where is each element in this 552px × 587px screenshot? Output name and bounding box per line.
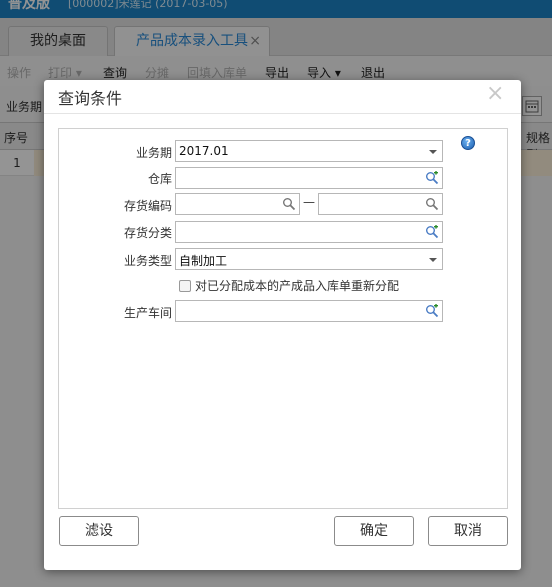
reference-search-icon[interactable]	[425, 304, 439, 318]
chevron-down-icon	[429, 258, 437, 262]
reference-search-icon[interactable]	[425, 225, 439, 239]
reallocate-label[interactable]: 对已分配成本的产成品入库单重新分配	[195, 277, 399, 294]
reallocate-checkbox[interactable]	[179, 280, 191, 292]
workshop-label: 生产车间	[123, 306, 172, 320]
query-dialog: 查询条件 × ? 业务期 2017.01 仓库 存货编码 — 存货分类 业务类型…	[44, 80, 521, 570]
warehouse-label: 仓库	[147, 172, 172, 186]
reference-search-icon[interactable]	[425, 171, 439, 185]
workshop-input[interactable]	[175, 300, 443, 322]
inventory-code-label: 存货编码	[123, 199, 172, 213]
help-icon[interactable]: ?	[461, 136, 475, 150]
period-select[interactable]: 2017.01	[175, 140, 443, 162]
inventory-code-to-input[interactable]	[318, 193, 443, 215]
business-type-label: 业务类型	[123, 254, 172, 268]
filter-settings-button[interactable]: 滤设	[59, 516, 139, 546]
ok-button[interactable]: 确定	[334, 516, 414, 546]
close-icon[interactable]: ×	[486, 81, 504, 106]
range-separator: —	[303, 195, 315, 209]
period-label: 业务期	[135, 146, 172, 160]
chevron-down-icon	[429, 150, 437, 154]
inventory-code-from-input[interactable]	[175, 193, 300, 215]
inventory-category-label: 存货分类	[123, 226, 172, 240]
warehouse-input[interactable]	[175, 167, 443, 189]
business-type-select[interactable]: 自制加工	[175, 248, 443, 270]
search-icon[interactable]	[425, 197, 439, 211]
search-icon[interactable]	[282, 197, 296, 211]
divider	[44, 113, 521, 114]
cancel-button[interactable]: 取消	[428, 516, 508, 546]
dialog-title: 查询条件	[58, 89, 123, 108]
inventory-category-input[interactable]	[175, 221, 443, 243]
